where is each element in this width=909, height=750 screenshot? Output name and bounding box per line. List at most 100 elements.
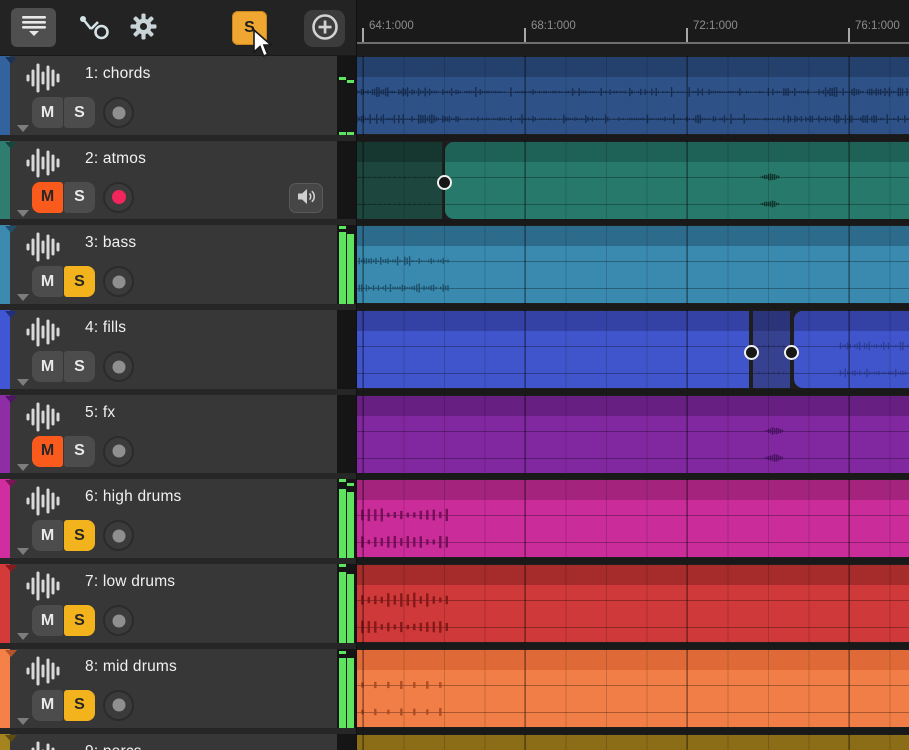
track-collapse-triangle-icon[interactable] bbox=[5, 735, 17, 742]
audio-region[interactable] bbox=[445, 142, 909, 219]
monitor-button[interactable] bbox=[289, 183, 323, 213]
record-arm-button[interactable] bbox=[103, 436, 134, 467]
track-name[interactable]: 1: chords bbox=[85, 65, 151, 83]
solo-button[interactable]: S bbox=[64, 436, 95, 467]
audio-region[interactable] bbox=[357, 396, 909, 473]
fade-handle[interactable] bbox=[784, 345, 799, 360]
solo-button[interactable]: S bbox=[64, 605, 95, 636]
meter-peak bbox=[339, 479, 346, 482]
track-resize-triangle-icon[interactable] bbox=[17, 548, 29, 555]
mute-button[interactable]: M bbox=[32, 605, 63, 636]
track-name[interactable]: 4: fills bbox=[85, 319, 126, 337]
timeline-ruler[interactable]: 64:1:00068:1:00072:1:00076:1:000 bbox=[357, 0, 909, 44]
track-collapse-triangle-icon[interactable] bbox=[5, 142, 17, 149]
track-collapse-triangle-icon[interactable] bbox=[5, 311, 17, 318]
audio-region[interactable] bbox=[357, 142, 442, 219]
track-name[interactable]: 7: low drums bbox=[85, 573, 175, 591]
timeline-lane[interactable] bbox=[357, 479, 909, 564]
track-resize-triangle-icon[interactable] bbox=[17, 718, 29, 725]
solo-button[interactable]: S bbox=[64, 351, 95, 382]
audio-region[interactable] bbox=[357, 480, 909, 557]
track-row[interactable]: 3: bass M S bbox=[0, 225, 356, 310]
timeline-lane[interactable] bbox=[357, 141, 909, 226]
track-name[interactable]: 3: bass bbox=[85, 234, 136, 252]
record-arm-button[interactable] bbox=[103, 520, 134, 551]
mute-button[interactable]: M bbox=[32, 266, 63, 297]
mute-button[interactable]: M bbox=[32, 351, 63, 382]
track-name[interactable]: 9: percs bbox=[85, 743, 142, 750]
audio-region[interactable] bbox=[357, 650, 909, 727]
track-name[interactable]: 2: atmos bbox=[85, 150, 146, 168]
track-row[interactable]: 7: low drums M S bbox=[0, 564, 356, 649]
ruler-bar-label: 72:1:000 bbox=[693, 20, 738, 32]
track-color-strip bbox=[0, 141, 10, 220]
timeline-lane[interactable] bbox=[357, 310, 909, 395]
add-track-button[interactable] bbox=[304, 10, 345, 47]
track-row[interactable]: 8: mid drums M S bbox=[0, 649, 356, 734]
track-collapse-triangle-icon[interactable] bbox=[5, 480, 17, 487]
track-name[interactable]: 8: mid drums bbox=[85, 658, 177, 676]
timeline-lane[interactable] bbox=[357, 734, 909, 750]
global-solo-button[interactable]: S bbox=[232, 11, 267, 45]
track-name[interactable]: 5: fx bbox=[85, 404, 115, 422]
track-row[interactable]: 5: fx M S bbox=[0, 395, 356, 480]
mute-button[interactable]: M bbox=[32, 520, 63, 551]
routing-graph-button[interactable] bbox=[72, 10, 114, 46]
timeline-lane[interactable] bbox=[357, 395, 909, 480]
solo-button[interactable]: S bbox=[64, 690, 95, 721]
audio-region[interactable] bbox=[794, 311, 909, 388]
track-resize-triangle-icon[interactable] bbox=[17, 633, 29, 640]
track-row[interactable]: 9: percs M S bbox=[0, 734, 356, 750]
track-name[interactable]: 6: high drums bbox=[85, 488, 182, 506]
level-meter bbox=[337, 56, 356, 135]
track-resize-triangle-icon[interactable] bbox=[17, 125, 29, 132]
record-arm-button[interactable] bbox=[103, 266, 134, 297]
solo-button[interactable]: S bbox=[64, 182, 95, 213]
track-resize-triangle-icon[interactable] bbox=[17, 210, 29, 217]
timeline-area: 64:1:00068:1:00072:1:00076:1:000 bbox=[356, 0, 909, 750]
fade-handle[interactable] bbox=[744, 345, 759, 360]
solo-button[interactable]: S bbox=[64, 266, 95, 297]
track-resize-triangle-icon[interactable] bbox=[17, 294, 29, 301]
timeline-lane[interactable] bbox=[357, 56, 909, 141]
audio-region[interactable] bbox=[357, 565, 909, 642]
audio-region[interactable] bbox=[357, 226, 909, 303]
region-header bbox=[794, 311, 909, 331]
track-collapse-triangle-icon[interactable] bbox=[5, 57, 17, 64]
track-resize-triangle-icon[interactable] bbox=[17, 379, 29, 386]
solo-button[interactable]: S bbox=[64, 520, 95, 551]
record-arm-button[interactable] bbox=[103, 690, 134, 721]
mute-button[interactable]: M bbox=[32, 690, 63, 721]
mute-button[interactable]: M bbox=[32, 182, 63, 213]
level-meter bbox=[337, 649, 356, 728]
track-visibility-button[interactable] bbox=[11, 8, 56, 47]
audio-region[interactable] bbox=[357, 311, 749, 388]
solo-button[interactable]: S bbox=[64, 97, 95, 128]
timeline-lane[interactable] bbox=[357, 225, 909, 310]
region-waveform-area bbox=[445, 162, 909, 219]
region-header bbox=[357, 650, 909, 670]
track-resize-triangle-icon[interactable] bbox=[17, 464, 29, 471]
timeline-lane[interactable] bbox=[357, 649, 909, 734]
meter-peak bbox=[347, 80, 354, 83]
mute-button[interactable]: M bbox=[32, 97, 63, 128]
settings-button[interactable] bbox=[128, 13, 158, 43]
track-row[interactable]: 4: fills M S bbox=[0, 310, 356, 395]
record-arm-button[interactable] bbox=[103, 351, 134, 382]
timeline-lane[interactable] bbox=[357, 564, 909, 649]
audio-region[interactable] bbox=[357, 735, 909, 750]
record-arm-button[interactable] bbox=[103, 182, 134, 213]
track-collapse-triangle-icon[interactable] bbox=[5, 650, 17, 657]
track-collapse-triangle-icon[interactable] bbox=[5, 396, 17, 403]
record-dot-icon bbox=[112, 445, 125, 458]
audio-region[interactable] bbox=[357, 57, 909, 134]
track-color-strip bbox=[0, 395, 10, 474]
track-collapse-triangle-icon[interactable] bbox=[5, 565, 17, 572]
record-arm-button[interactable] bbox=[103, 605, 134, 636]
record-arm-button[interactable] bbox=[103, 97, 134, 128]
track-row[interactable]: 1: chords M S bbox=[0, 56, 356, 141]
track-row[interactable]: 6: high drums M S bbox=[0, 479, 356, 564]
track-collapse-triangle-icon[interactable] bbox=[5, 226, 17, 233]
mute-button[interactable]: M bbox=[32, 436, 63, 467]
track-row[interactable]: 2: atmos M S bbox=[0, 141, 356, 226]
